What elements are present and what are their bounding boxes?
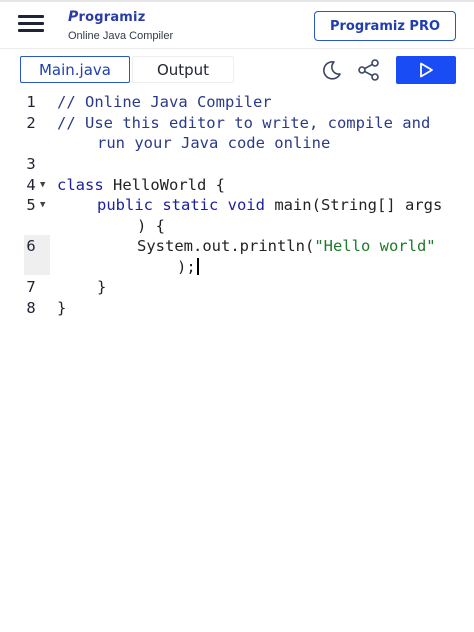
brand[interactable]: Programiz Online Java Compiler [68, 9, 173, 42]
line-number: 5 [26, 196, 36, 214]
code-line-7: } [97, 278, 107, 296]
code-line-5: public static void main(String[] args [97, 196, 443, 214]
code-line-6: System.out.println("Hello world" [137, 237, 436, 255]
code-line-2-wrap: run your Java code online [97, 134, 331, 152]
editor-toolbar: Main.java Output [0, 49, 474, 89]
line-number: 4 [26, 176, 36, 194]
run-button[interactable] [396, 56, 456, 84]
line-number: 6 [26, 237, 36, 255]
tab-output[interactable]: Output [132, 56, 234, 83]
line-number: 7 [26, 278, 36, 296]
line-number: 8 [26, 299, 36, 317]
programiz-pro-button[interactable]: Programiz PRO [314, 11, 456, 41]
code-line-8: } [57, 299, 67, 317]
code-line-1: // Online Java Compiler [57, 93, 272, 111]
moon-icon[interactable] [319, 59, 343, 81]
page-subtitle: Online Java Compiler [68, 30, 174, 42]
fold-arrow-icon[interactable]: ▼ [40, 200, 45, 210]
line-number: 1 [26, 93, 36, 111]
code-line-5-wrap: ) { [137, 217, 165, 235]
code-line-2: // Use this editor to write, compile and [57, 114, 431, 132]
code-line-6-wrap: ); [177, 258, 199, 276]
tab-main-java[interactable]: Main.java [20, 56, 130, 83]
app-header: Programiz Online Java Compiler Programiz… [0, 2, 474, 48]
code-editor[interactable]: 1 2 3 4 5 6 7 8 ▼ ▼ // Online Java Compi… [0, 91, 474, 331]
code-line-4: class HelloWorld { [57, 176, 225, 194]
text-cursor [196, 258, 199, 275]
share-icon[interactable] [357, 59, 381, 81]
line-number: 3 [26, 155, 36, 173]
programiz-logo: Programiz [68, 9, 146, 25]
play-icon [420, 62, 433, 78]
fold-arrow-icon[interactable]: ▼ [40, 180, 45, 190]
menu-icon[interactable] [18, 13, 46, 35]
line-number: 2 [26, 114, 36, 132]
